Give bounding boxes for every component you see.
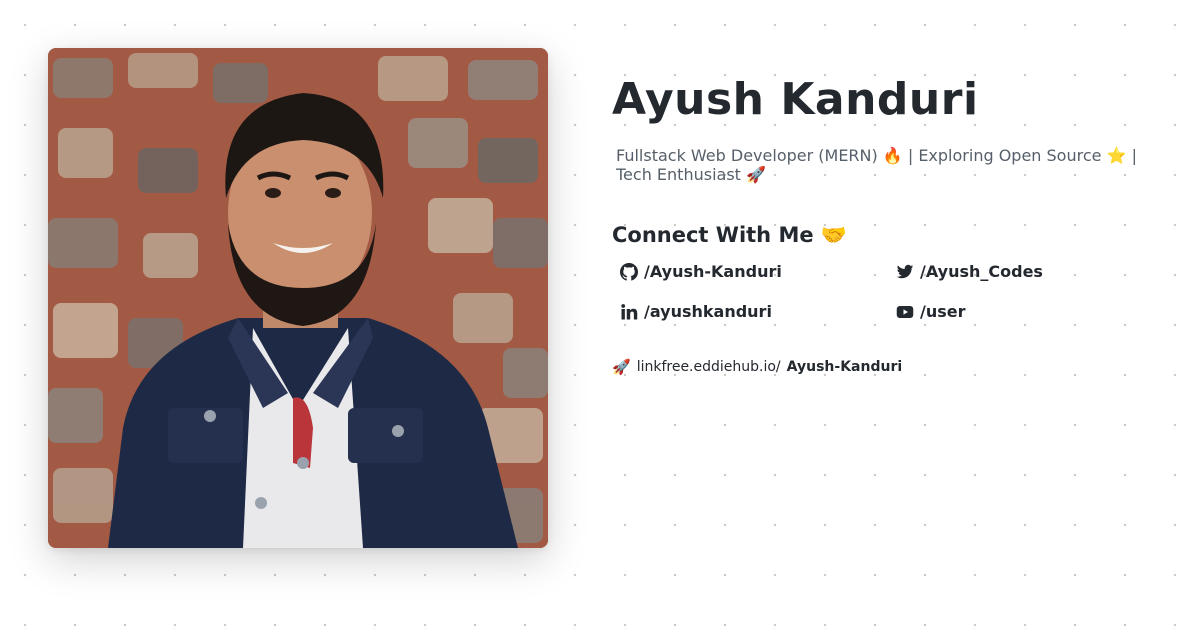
- profile-photo-image: [48, 48, 548, 548]
- github-link-label: /Ayush-Kanduri: [644, 262, 782, 281]
- linkedin-link[interactable]: /ayushkanduri: [620, 302, 772, 321]
- youtube-link[interactable]: /user: [896, 302, 966, 321]
- twitter-link[interactable]: /Ayush_Codes: [896, 262, 1043, 281]
- profile-photo: [48, 48, 548, 548]
- youtube-icon: [896, 305, 914, 318]
- linkfree-link[interactable]: 🚀 linkfree.eddiehub.io/ Ayush-Kanduri: [612, 358, 1172, 376]
- linkfree-handle: Ayush-Kanduri: [786, 359, 903, 375]
- twitter-icon: [896, 264, 914, 278]
- github-icon: [620, 262, 638, 281]
- profile-name: Ayush Kanduri: [612, 74, 979, 125]
- linkedin-icon: [621, 303, 638, 319]
- linkfree-prefix: linkfree.eddiehub.io/: [636, 359, 781, 375]
- twitter-link-label: /Ayush_Codes: [920, 262, 1043, 281]
- profile-tagline: Fullstack Web Developer (MERN) 🔥 | Explo…: [616, 146, 1137, 184]
- linkedin-link-label: /ayushkanduri: [644, 302, 772, 321]
- rocket-icon: 🚀: [612, 358, 631, 376]
- youtube-link-label: /user: [920, 302, 966, 321]
- github-link[interactable]: /Ayush-Kanduri: [620, 262, 782, 281]
- connect-heading: Connect With Me 🤝: [612, 223, 848, 247]
- social-links: /Ayush-Kanduri /Ayush_Codes /ayushkandur…: [612, 262, 1172, 342]
- profile-info: Ayush Kanduri Fullstack Web Developer (M…: [612, 72, 1172, 376]
